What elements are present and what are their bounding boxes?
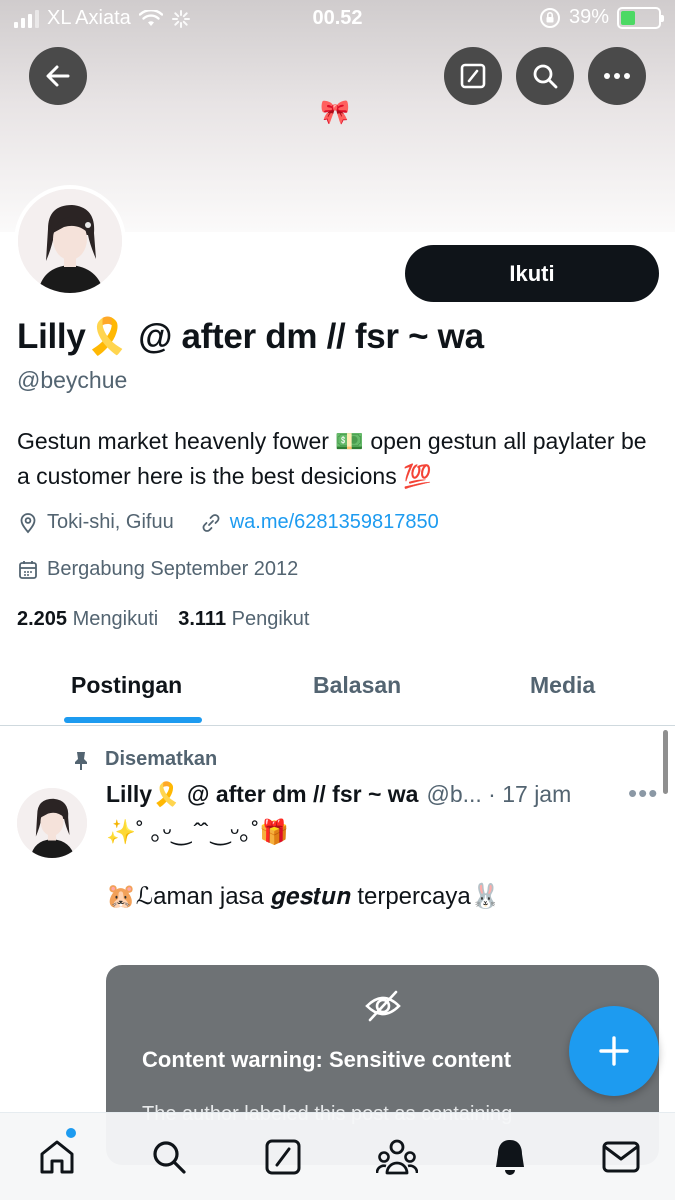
tab-posts[interactable]: Postingan xyxy=(71,672,182,699)
join-date: Bergabung September 2012 xyxy=(47,558,299,580)
pin-icon xyxy=(70,749,92,771)
compose-button[interactable] xyxy=(444,47,502,105)
post-text-line1: ✨˚ ｡ᵕ‿ ̂ ̂ ‿ᵕ｡˚🎁 xyxy=(106,819,290,846)
website-link[interactable]: wa.me/6281359817850 xyxy=(230,511,439,534)
post-author-name[interactable]: Lilly🎗️ @ after dm // fsr ~ wa xyxy=(106,781,418,808)
display-name: Lilly🎗️ @ after dm // fsr ~ wa xyxy=(17,317,484,356)
pinned-label: Disematkan xyxy=(70,748,217,771)
avatar-photo xyxy=(17,788,87,858)
tab-replies[interactable]: Balasan xyxy=(313,672,401,699)
post-header: Lilly🎗️ @ after dm // fsr ~ wa @b... · 1… xyxy=(106,781,571,808)
home-icon xyxy=(40,1140,74,1174)
profile-bio: Gestun market heavenly fower 💵 open gest… xyxy=(17,428,647,489)
search-icon xyxy=(533,64,558,89)
nav-notifications[interactable] xyxy=(488,1135,532,1179)
post-author-avatar[interactable] xyxy=(17,788,87,858)
link-icon xyxy=(200,512,222,534)
new-post-button[interactable] xyxy=(569,1006,659,1096)
more-icon xyxy=(604,73,630,79)
follow-counts: 2.205 Mengikuti 3.111 Pengikut xyxy=(17,608,309,631)
bottom-nav xyxy=(0,1112,675,1200)
location-text: Toki-shi, Gifuu xyxy=(47,511,174,533)
search-button[interactable] xyxy=(516,47,574,105)
status-bar: XL Axiata 00.52 39% xyxy=(0,0,675,38)
active-tab-indicator xyxy=(64,717,202,723)
post-more-icon[interactable]: ••• xyxy=(628,778,658,809)
avatar-photo xyxy=(18,189,122,293)
follow-button[interactable]: Ikuti xyxy=(405,245,659,302)
messages-icon xyxy=(602,1141,640,1173)
calendar-icon xyxy=(17,559,39,581)
followers-count: 3.111 xyxy=(178,608,227,630)
compose-icon xyxy=(460,63,486,89)
user-handle: @beychue xyxy=(17,367,128,393)
bow-icon: 🎀 xyxy=(320,99,350,126)
nav-home[interactable] xyxy=(35,1135,79,1179)
pinned-text: Disematkan xyxy=(105,748,218,770)
orientation-lock-icon xyxy=(539,7,560,28)
post-author-meta: @b... · 17 jam xyxy=(426,781,572,807)
nav-search[interactable] xyxy=(147,1135,191,1179)
following-count: 2.205 xyxy=(17,608,68,630)
search-icon xyxy=(153,1141,186,1174)
profile-meta-row: Toki-shi, Gifuu wa.me/6281359817850 xyxy=(17,511,439,534)
join-date-row: Bergabung September 2012 xyxy=(17,558,298,581)
location-icon xyxy=(17,512,39,534)
following-link[interactable]: 2.205 Mengikuti xyxy=(17,608,158,631)
nav-messages[interactable] xyxy=(599,1135,643,1179)
following-label: Mengikuti xyxy=(72,608,159,630)
back-button[interactable] xyxy=(29,47,87,105)
plus-icon xyxy=(599,1036,629,1066)
battery-percent: 39% xyxy=(568,6,609,28)
back-arrow-icon xyxy=(46,65,70,87)
nav-grok[interactable] xyxy=(261,1135,305,1179)
post-text-line2: 🐹ℒaman jasa 𝒈𝒆𝒔𝒕𝒖𝒏 terpercaya🐰 xyxy=(106,883,501,910)
tab-media[interactable]: Media xyxy=(530,672,595,699)
eye-slash-icon xyxy=(365,990,401,1022)
grok-icon xyxy=(265,1139,301,1175)
scrollbar[interactable] xyxy=(663,730,668,794)
communities-icon xyxy=(376,1139,418,1175)
home-notification-dot xyxy=(66,1128,76,1138)
notifications-icon xyxy=(496,1140,524,1175)
followers-link[interactable]: 3.111 Pengikut xyxy=(178,608,309,631)
battery-icon xyxy=(617,6,664,29)
followers-label: Pengikut xyxy=(231,608,310,630)
profile-avatar[interactable] xyxy=(14,185,126,297)
nav-communities[interactable] xyxy=(375,1135,419,1179)
warning-title: Content warning: Sensitive content xyxy=(142,1047,512,1072)
more-options-button[interactable] xyxy=(588,47,646,105)
